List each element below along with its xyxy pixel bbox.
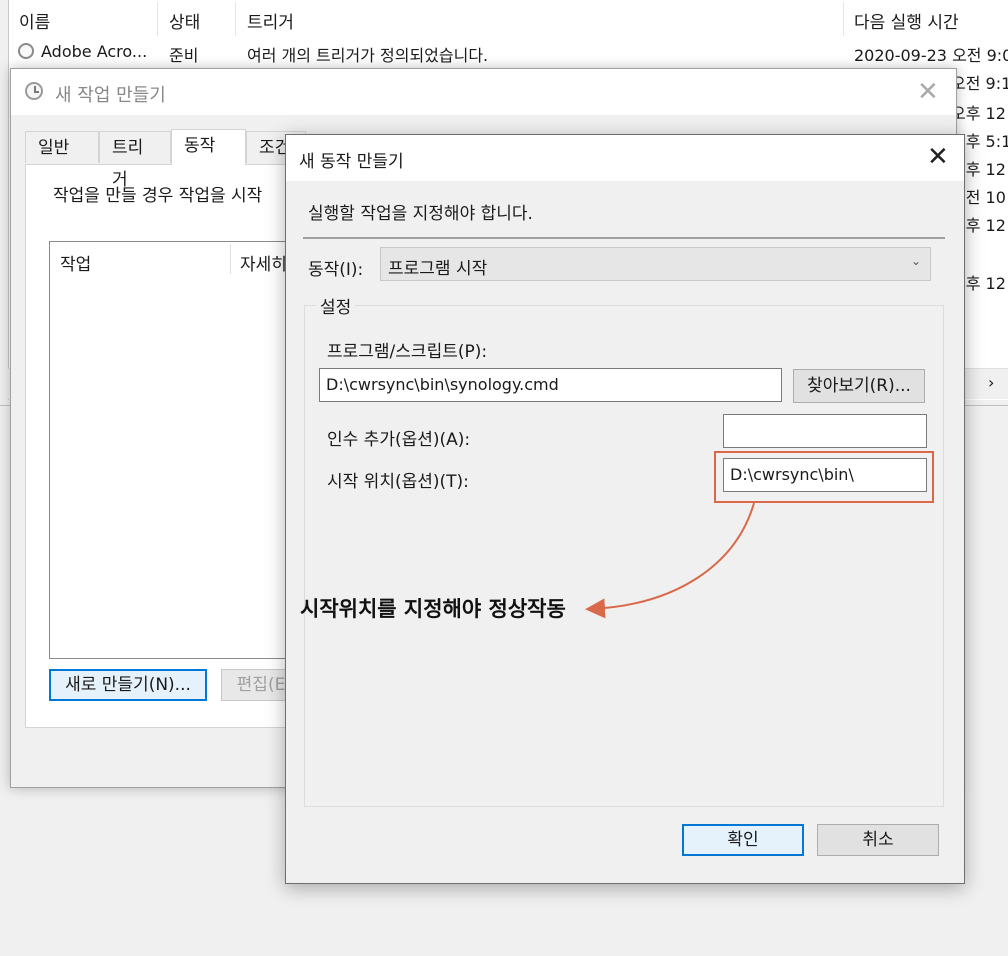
column-header-next-run[interactable]: 다음 실행 시간 <box>854 8 959 33</box>
program-input[interactable]: D:\cwrsync\bin\synology.cmd <box>319 368 782 402</box>
arguments-label: 인수 추가(옵션)(A): <box>327 430 471 450</box>
settings-legend: 설정 <box>316 293 356 318</box>
cancel-button[interactable]: 취소 <box>817 824 939 856</box>
tab-general[interactable]: 일반 <box>25 131 99 163</box>
new-action-button[interactable]: 새로 만들기(N)... <box>49 669 207 701</box>
action-select[interactable]: 프로그램 시작 ⌄ <box>380 247 931 281</box>
highlight-box <box>714 451 934 503</box>
close-icon[interactable]: ✕ <box>927 142 949 172</box>
actions-description: 작업을 만들 경우 작업을 시작 <box>53 186 263 206</box>
arguments-input[interactable] <box>723 414 927 448</box>
task-name-cell[interactable]: Adobe Acro... <box>41 42 147 61</box>
dialog-title: 새 작업 만들기 <box>55 85 166 106</box>
action-select-value: 프로그램 시작 <box>388 259 488 279</box>
program-label: 프로그램/스크립트(P): <box>327 342 488 362</box>
scroll-right-icon[interactable]: › <box>988 373 994 392</box>
dialog-titlebar[interactable]: 새 작업 만들기 ✕ <box>11 69 956 115</box>
task-next-run-cell[interactable]: 2020-09-23 오전 9:0 <box>854 42 1008 66</box>
new-action-dialog: 새 동작 만들기 ✕ 실행할 작업을 지정해야 합니다. 동작(I): 프로그램… <box>285 134 965 884</box>
column-header-action[interactable]: 작업 <box>60 250 91 275</box>
action-label: 동작(I): <box>308 260 364 280</box>
task-status-cell[interactable]: 준비 <box>169 42 198 66</box>
actions-table[interactable]: 작업 자세히 <box>49 241 311 659</box>
annotation-text: 시작위치를 지정해야 정상작동 <box>300 597 566 621</box>
dialog-titlebar[interactable]: 새 동작 만들기 ✕ <box>286 135 964 181</box>
tab-triggers[interactable]: 트리거 <box>99 131 171 190</box>
next-run-cell: 오후 12 <box>951 104 1006 123</box>
ok-button[interactable]: 확인 <box>682 824 804 856</box>
column-header-details[interactable]: 자세히 <box>240 250 287 275</box>
dialog-title: 새 동작 만들기 <box>299 152 404 172</box>
browse-button[interactable]: 찾아보기(R)... <box>793 369 925 403</box>
chevron-down-icon: ⌄ <box>911 254 922 268</box>
next-run-cell: 오전 9:1 <box>951 74 1008 93</box>
start-in-label: 시작 위치(옵션)(T): <box>327 472 469 492</box>
dialog-description: 실행할 작업을 지정해야 합니다. <box>308 204 533 224</box>
column-header-status[interactable]: 상태 <box>169 8 200 33</box>
close-icon[interactable]: ✕ <box>917 77 939 107</box>
column-header-trigger[interactable]: 트리거 <box>247 8 294 33</box>
clock-icon <box>18 43 34 59</box>
clock-icon <box>25 82 43 100</box>
column-header-name[interactable]: 이름 <box>19 8 50 33</box>
task-trigger-cell[interactable]: 여러 개의 트리거가 정의되었습니다. <box>247 42 488 66</box>
divider <box>303 237 945 239</box>
tab-actions[interactable]: 동작 <box>171 129 246 165</box>
